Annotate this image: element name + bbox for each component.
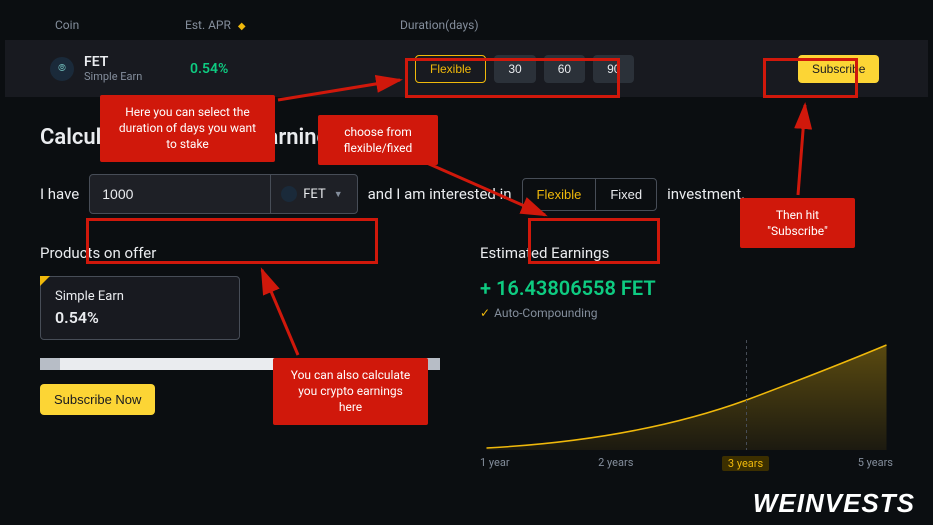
subscribe-button[interactable]: Subscribe (798, 55, 879, 83)
sort-icon[interactable]: ◆ (238, 21, 246, 32)
tab-fixed[interactable]: Fixed (595, 179, 656, 210)
duration-90[interactable]: 90 (593, 55, 634, 83)
callout-flex-fixed: choose from flexible/fixed (318, 115, 438, 165)
x-3years[interactable]: 3 years (722, 456, 769, 471)
coin-symbol: FET (84, 54, 142, 70)
header-apr-label: Est. APR (185, 18, 231, 32)
x-1year[interactable]: 1 year (480, 456, 510, 471)
coin-select-label: FET (303, 187, 325, 202)
apr-value: 0.54% (190, 61, 405, 77)
x-2years[interactable]: 2 years (598, 456, 633, 471)
coin-row: ⦾ FET Simple Earn 0.54% Flexible 30 60 9… (5, 40, 928, 97)
tab-flexible[interactable]: Flexible (523, 179, 596, 210)
chevron-down-icon: ▼ (334, 189, 343, 200)
calc-prefix: I have (40, 185, 79, 203)
investment-tabs: Flexible Fixed (522, 178, 658, 211)
earnings-chart (480, 340, 893, 450)
product-name: Simple Earn (55, 289, 225, 304)
calc-suffix: investment. (667, 185, 745, 203)
duration-60[interactable]: 60 (544, 55, 585, 83)
coin-select[interactable]: FET ▼ (270, 175, 356, 213)
header-coin: Coin (55, 18, 185, 32)
callout-duration: Here you can select the duration of days… (100, 95, 275, 162)
duration-flexible[interactable]: Flexible (415, 55, 486, 83)
fet-coin-icon: ⦾ (50, 57, 74, 81)
callout-calculate: You can also calculate you crypto earnin… (273, 358, 428, 425)
subscribe-now-button[interactable]: Subscribe Now (40, 384, 155, 415)
fet-mini-icon (281, 186, 297, 202)
earnings-value: + 16.43806558 FET (480, 276, 893, 300)
amount-group: FET ▼ (89, 174, 357, 214)
calc-mid: and I am interested in (368, 185, 512, 203)
x-5years[interactable]: 5 years (858, 456, 893, 471)
duration-30[interactable]: 30 (494, 55, 535, 83)
product-card[interactable]: Simple Earn 0.54% (40, 276, 240, 340)
callout-subscribe: Then hit "Subscribe" (740, 198, 855, 248)
chart-x-labels: 1 year 2 years 3 years 5 years (480, 456, 893, 471)
product-apr: 0.54% (55, 308, 225, 327)
duration-group: Flexible 30 60 90 (405, 55, 798, 83)
amount-input[interactable] (90, 186, 270, 202)
header-duration: Duration(days) (400, 18, 893, 32)
products-title: Products on offer (40, 244, 440, 262)
scroll-left-icon[interactable] (40, 358, 60, 370)
coin-subtitle: Simple Earn (84, 70, 142, 83)
check-icon: ✓ (480, 306, 490, 320)
auto-compounding: ✓Auto-Compounding (480, 306, 893, 320)
watermark: WEINVESTS (753, 488, 915, 519)
header-apr[interactable]: Est. APR ◆ (185, 18, 400, 32)
